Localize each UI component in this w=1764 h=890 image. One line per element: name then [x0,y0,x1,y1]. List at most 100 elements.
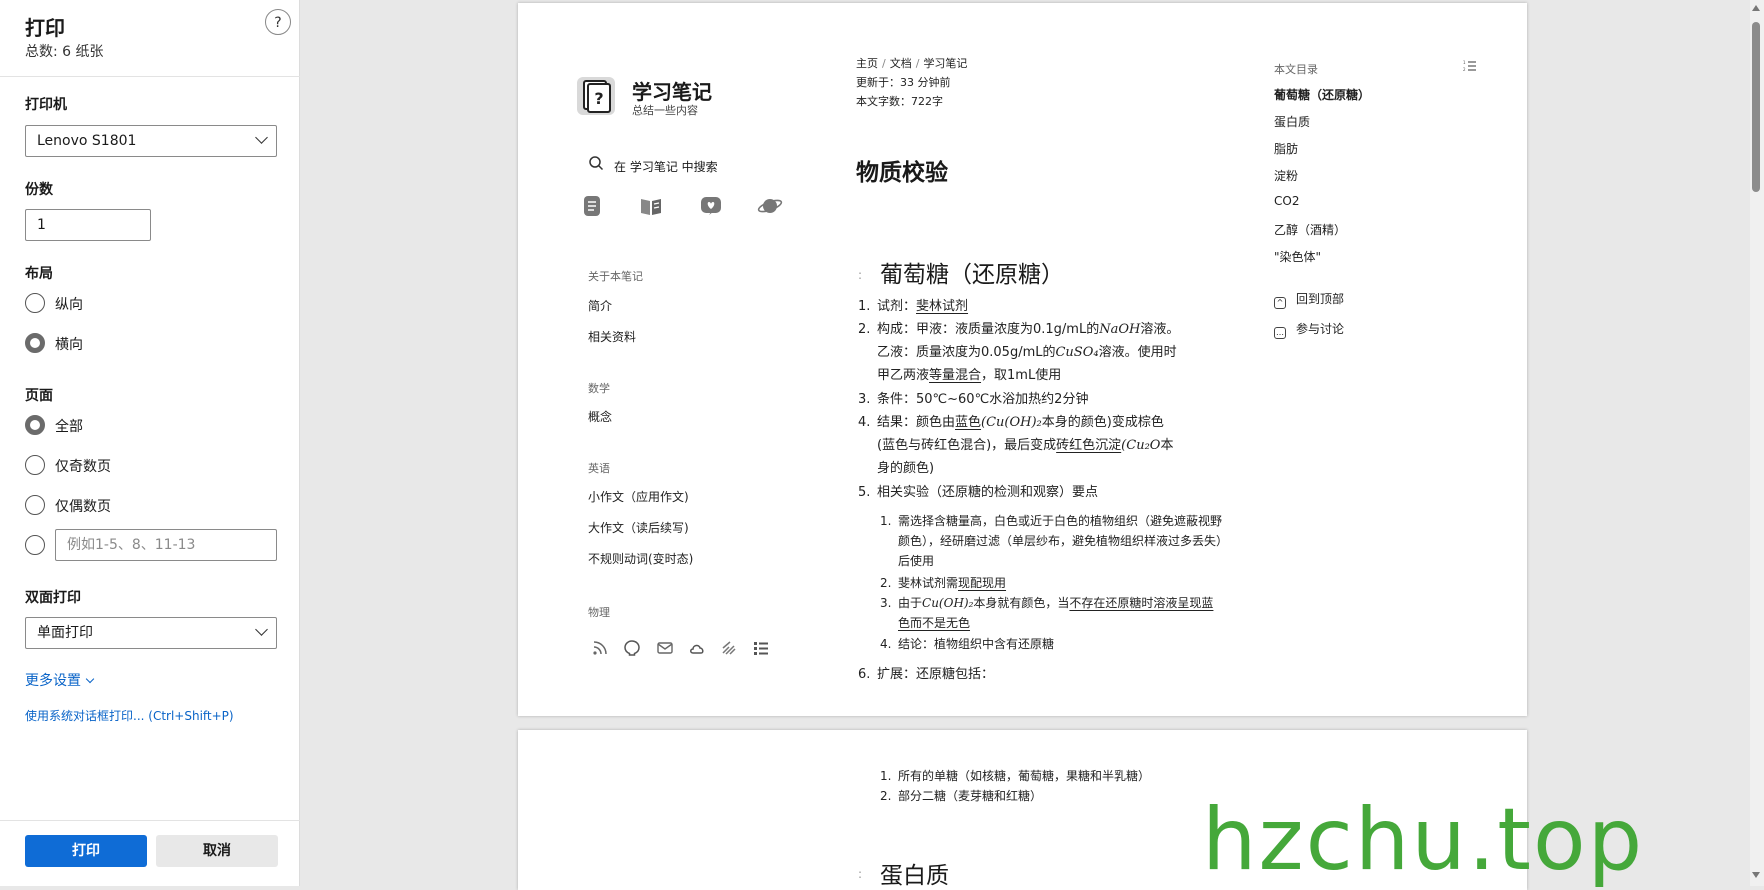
site-subtitle: 总结一些内容 [632,104,698,117]
cancel-button[interactable]: 取消 [156,835,278,867]
toc-heading: 本文目录 [1274,63,1318,76]
word-count: 本文字数：722字 [856,95,943,108]
toc-item-starch[interactable]: 淀粉 [1274,167,1298,184]
duplex-select[interactable]: 单面打印 [25,617,277,649]
sidebar-item-big-essay[interactable]: 大作文（读后续写) [588,519,689,536]
heart-icon[interactable] [698,193,724,219]
list-item: 2. 部分二糖（麦芽糖和红糖） [880,789,1043,803]
section-heading-protein: 蛋白质 [880,863,949,889]
sidebar-heading-physics: 物理 [588,606,610,619]
svg-text:1: 1 [1463,60,1466,65]
list-item: 1. 需选择含糖量高，白色或近于白色的植物组织（避免遮蔽视野颜色），经研磨过滤（… [880,514,1223,568]
toc-item-co2[interactable]: CO2 [1274,194,1299,208]
status-icon[interactable] [720,639,738,657]
sidebar-item-concept[interactable]: 概念 [588,408,612,425]
back-to-top-label: 回到顶部 [1296,292,1345,306]
back-to-top-link[interactable]: ^ 回到顶部 [1274,290,1344,309]
pages-odd-label: 仅奇数页 [55,459,111,475]
site-search[interactable]: 在 学习笔记 中搜索 [614,158,718,175]
system-dialog-link[interactable]: 使用系统对话框打印... (Ctrl+Shift+P) [25,707,234,724]
heading-anchor: : [858,268,863,282]
toc-item-glucose[interactable]: 葡萄糖（还原糖） [1274,86,1370,103]
layout-label: 布局 [25,266,53,282]
breadcrumb: 主页 / 文档 / 学习笔记 [856,57,968,70]
planet-icon[interactable] [757,193,783,219]
help-icon[interactable]: ? [265,9,291,35]
more-settings-label: 更多设置 [25,673,81,689]
back-top-icon: ^ [1274,297,1286,309]
portrait-label: 纵向 [55,297,83,313]
duplex-label: 双面打印 [25,590,81,606]
list-icon[interactable] [752,639,770,657]
dialog-title: 打印 [25,16,65,40]
breadcrumb-docs[interactable]: 文档 [890,57,912,70]
sidebar-item-intro[interactable]: 简介 [588,297,612,314]
svg-text:2: 2 [1463,67,1466,72]
discuss-link[interactable]: … 参与讨论 [1274,320,1344,339]
sidebar-heading-english: 英语 [588,462,610,475]
scroll-down-icon[interactable] [1752,872,1760,878]
printer-label: 打印机 [25,97,67,113]
more-settings-link[interactable]: 更多设置 [25,670,95,690]
svg-text:?: ? [594,89,603,108]
github-icon[interactable] [623,639,641,657]
print-dialog-panel: 打印 总数: 6 纸张 ? 打印机 Lenovo S1801 份数 1 布局 纵… [0,0,300,886]
print-button[interactable]: 打印 [25,835,147,867]
list-item: 6. 扩展：还原糖包括： [858,667,995,682]
chevron-down-icon [255,131,268,144]
toc-item-fat[interactable]: 脂肪 [1274,140,1298,157]
pages-all-radio[interactable] [25,415,45,435]
site-title: 学习笔记 [632,80,712,104]
list-item: 2. 斐林试剂需现配现用 [880,576,1007,590]
total-sheets: 总数: 6 纸张 [25,44,104,60]
pages-custom-radio[interactable] [25,535,45,555]
watermark-text: hzchu.top [1202,790,1645,890]
toc-icon[interactable]: 12 [1463,60,1477,72]
notebook-logo-icon: ? [577,77,615,115]
list-item: 5. 相关实验（还原糖的检测和观察）要点 [858,485,1099,500]
notes-icon[interactable] [579,193,605,219]
book-icon[interactable] [638,193,664,219]
landscape-radio[interactable] [25,333,45,353]
search-icon [589,156,604,171]
copies-label: 份数 [25,182,53,198]
toc-item-chromosome[interactable]: "染色体" [1274,248,1321,265]
sidebar-heading-about: 关于本笔记 [588,270,643,283]
divider [0,820,300,821]
pages-even-radio[interactable] [25,495,45,515]
pages-label: 页面 [25,388,53,404]
sidebar-item-small-essay[interactable]: 小作文（应用作文) [588,488,689,505]
section-heading-glucose: 葡萄糖（还原糖） [880,262,1064,288]
sidebar-heading-math: 数学 [588,382,610,395]
portrait-radio[interactable] [25,293,45,313]
heading-anchor: : [858,867,863,881]
rss-icon[interactable] [591,639,609,657]
page-range-input[interactable]: 例如1-5、8、11-13 [55,529,277,561]
sidebar-item-resources[interactable]: 相关资料 [588,328,636,345]
printer-value: Lenovo S1801 [37,133,137,149]
list-item: 2. 构成：甲液：液质量浓度为0.1g/mL的NaOH溶液。 乙液：质量浓度为0.… [858,322,1180,383]
page-title: 物质校验 [856,160,948,186]
scroll-up-icon[interactable] [1752,5,1760,11]
chevron-down-icon [85,674,95,684]
list-item: 4. 结论：植物组织中含有还原糖 [880,637,1055,651]
scrollbar-thumb[interactable] [1752,22,1760,192]
preview-page-1: ? 学习笔记 总结一些内容 在 学习笔记 中搜索 关于本笔记 简介 相关资料 数… [518,3,1527,716]
breadcrumb-current[interactable]: 学习笔记 [923,57,967,70]
breadcrumb-home[interactable]: 主页 [856,57,878,70]
sidebar-item-irregular-verbs[interactable]: 不规则动词(变时态) [588,550,693,567]
copies-input[interactable]: 1 [25,209,151,241]
chevron-down-icon [255,623,268,636]
cloud-icon[interactable] [688,639,706,657]
toc-item-protein[interactable]: 蛋白质 [1274,113,1310,130]
pages-odd-radio[interactable] [25,455,45,475]
printer-select[interactable]: Lenovo S1801 [25,125,277,157]
comment-icon: … [1274,327,1286,339]
mail-icon[interactable] [656,639,674,657]
list-item: 4. 结果：颜色由蓝色(Cu(OH)₂本身的颜色)变成棕色 (蓝色与砖红色混合)，… [858,415,1174,476]
list-item: 3. 由于Cu(OH)₂本身就有颜色，当不存在还原糖时溶液呈现蓝色而不是无色 [880,596,1214,630]
toc-item-ethanol[interactable]: 乙醇（酒精） [1274,221,1346,238]
duplex-value: 单面打印 [37,625,93,641]
discuss-label: 参与讨论 [1296,322,1345,336]
list-item: 1. 所有的单糖（如核糖，葡萄糖，果糖和半乳糖） [880,769,1151,783]
